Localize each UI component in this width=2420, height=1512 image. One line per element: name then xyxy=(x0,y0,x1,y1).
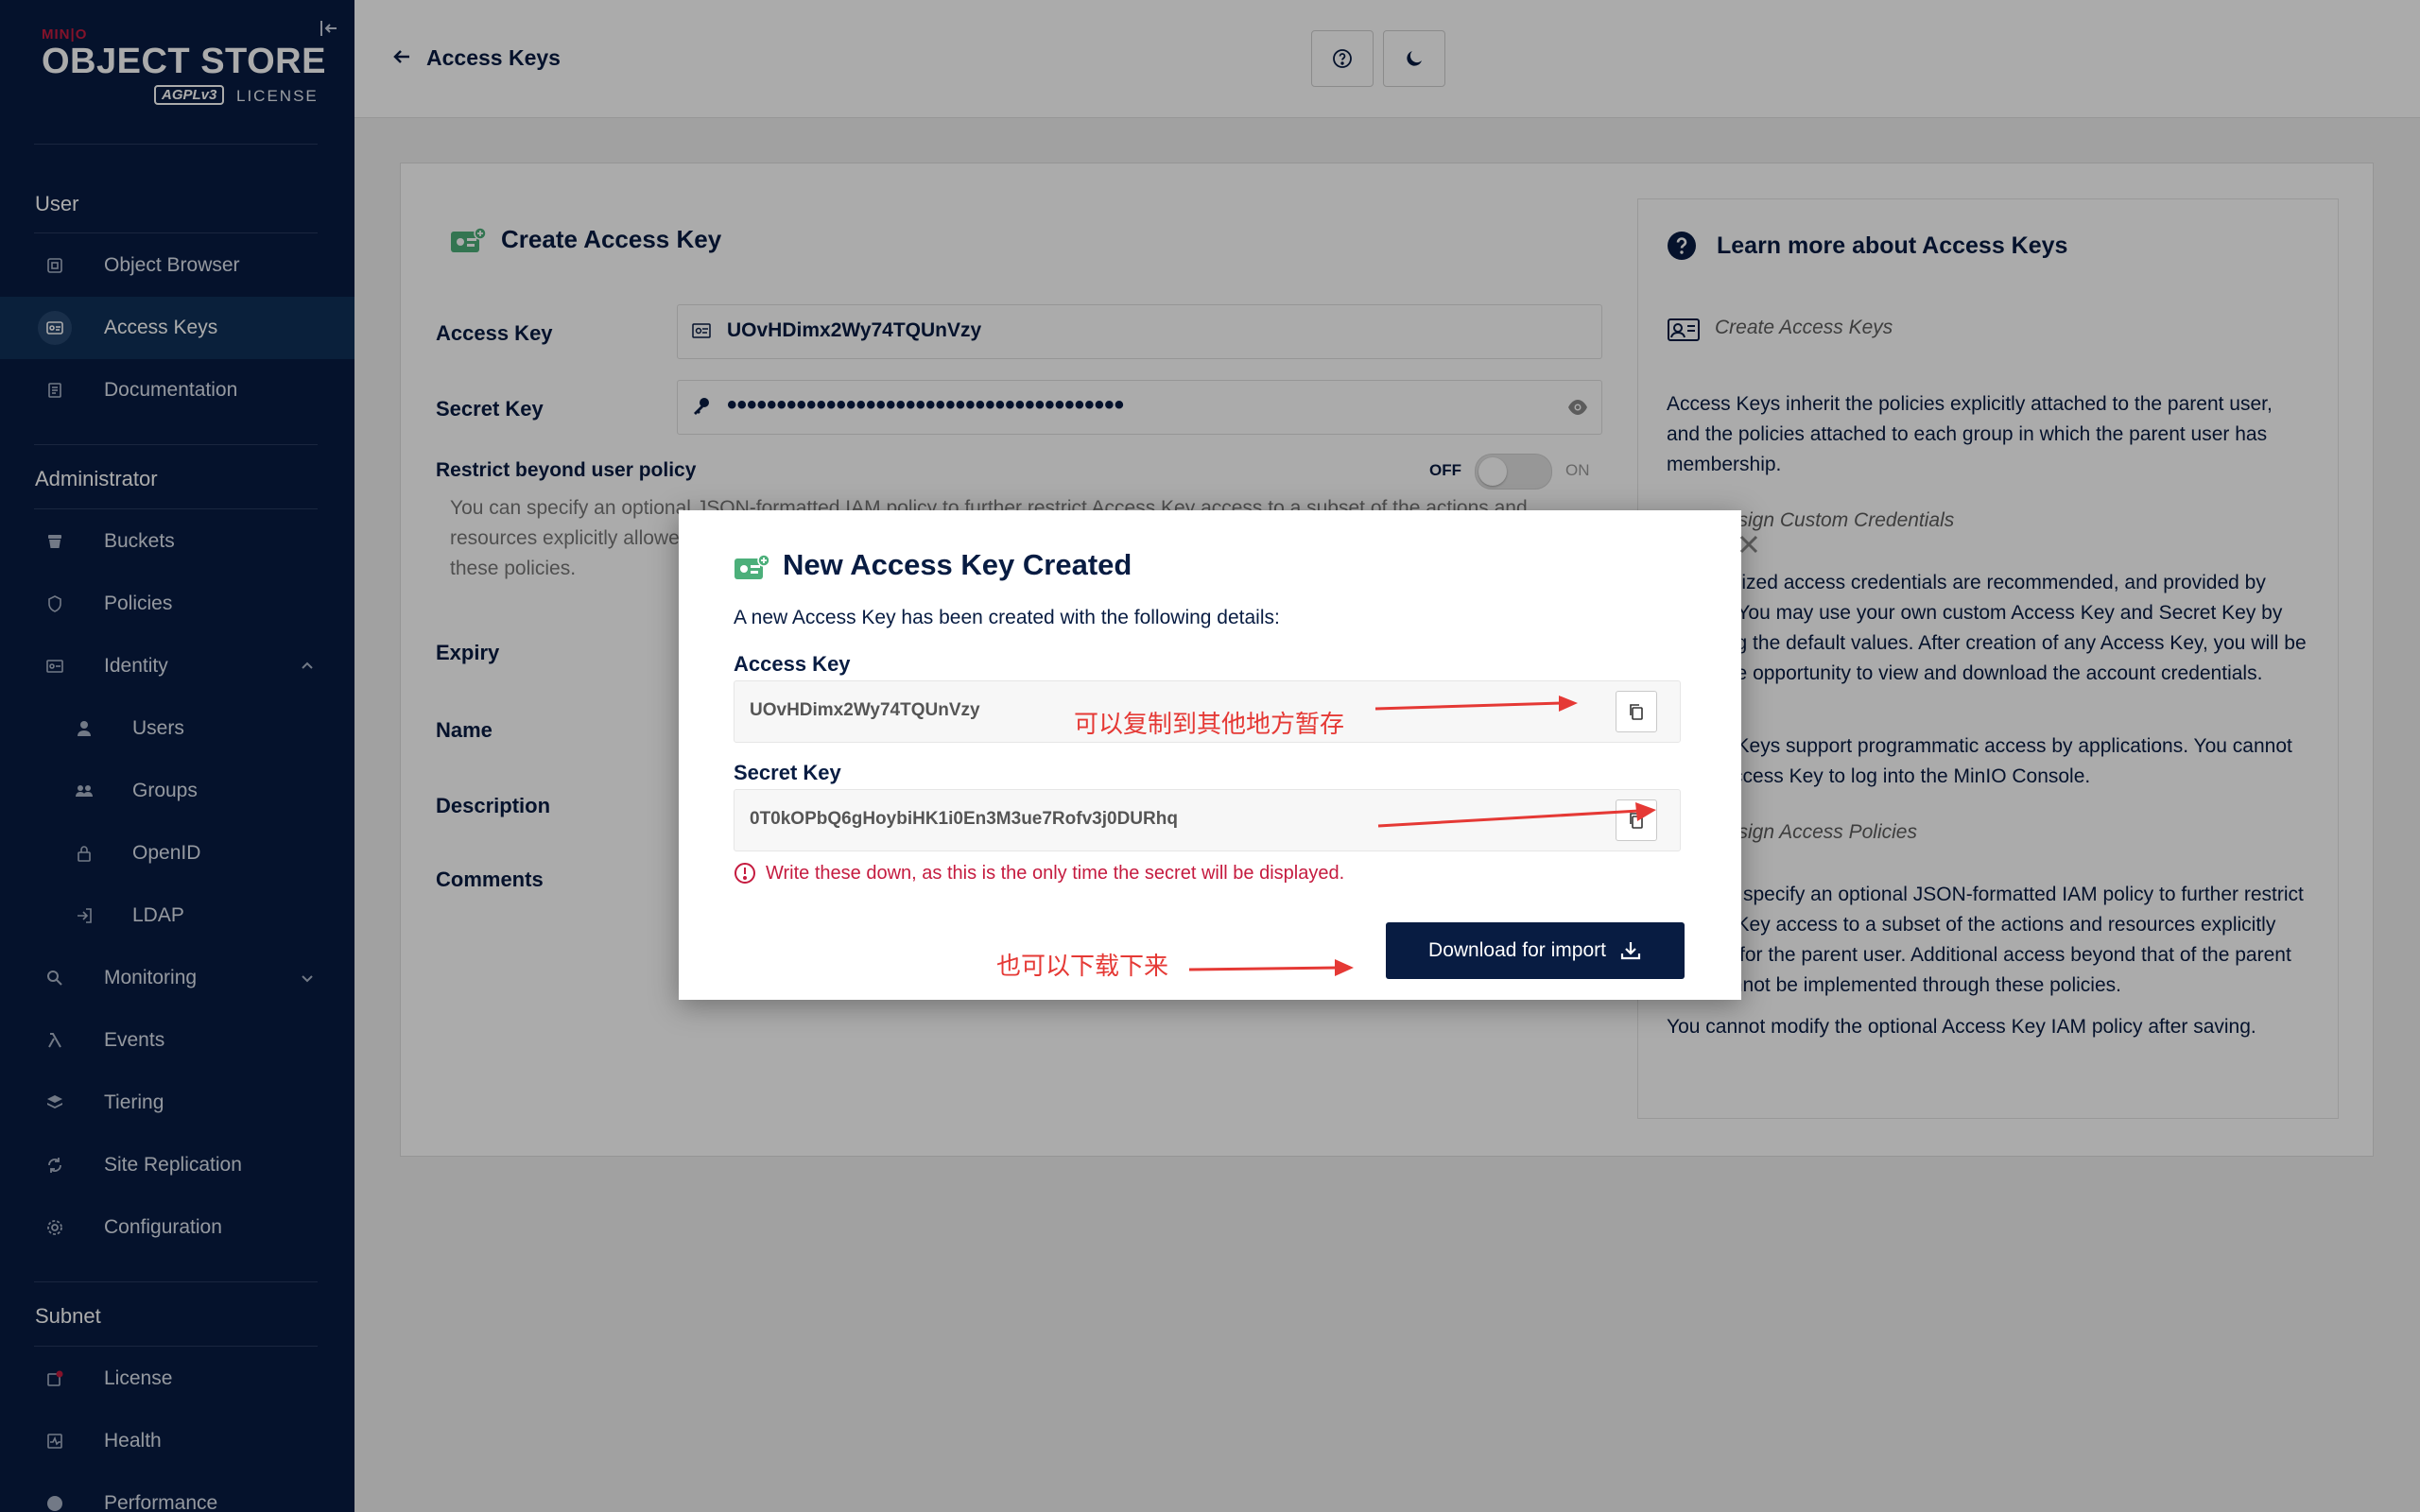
modal-secret-key-value: 0T0kOPbQ6gHoybiHK1i0En3M3ue7Rofv3j0DURhq xyxy=(750,809,1178,829)
access-key-card-icon xyxy=(735,554,770,579)
modal-access-key-value: UOvHDimx2Wy74TQUnVzy xyxy=(750,700,980,720)
secret-warning-text: Write these down, as this is the only ti… xyxy=(766,862,1345,884)
annotation-arrow xyxy=(1188,959,1354,976)
error-circle-icon xyxy=(735,863,755,884)
copy-access-key-button[interactable] xyxy=(1616,691,1657,732)
annotation-arrow xyxy=(1374,696,1578,712)
modal-secret-key-label: Secret Key xyxy=(734,761,841,784)
copy-annotation: 可以复制到其他地方暂存 xyxy=(1074,710,1345,738)
close-icon[interactable] xyxy=(1737,533,1760,556)
download-button-label: Download for import xyxy=(1428,939,1606,961)
modal-title: New Access Key Created xyxy=(783,548,1132,581)
download-annotation: 也可以下载下来 xyxy=(996,952,1169,980)
download-icon xyxy=(1620,942,1641,960)
annotation-arrow xyxy=(1377,802,1656,828)
download-for-import-button[interactable]: Download for import xyxy=(1386,922,1685,979)
secret-warning: Write these down, as this is the only ti… xyxy=(734,862,1344,885)
new-access-key-modal: New Access Key Created A new Access Key … xyxy=(679,510,1758,1000)
copy-icon xyxy=(1630,704,1643,720)
modal-description: A new Access Key has been created with t… xyxy=(734,607,1280,628)
modal-access-key-label: Access Key xyxy=(734,652,851,676)
